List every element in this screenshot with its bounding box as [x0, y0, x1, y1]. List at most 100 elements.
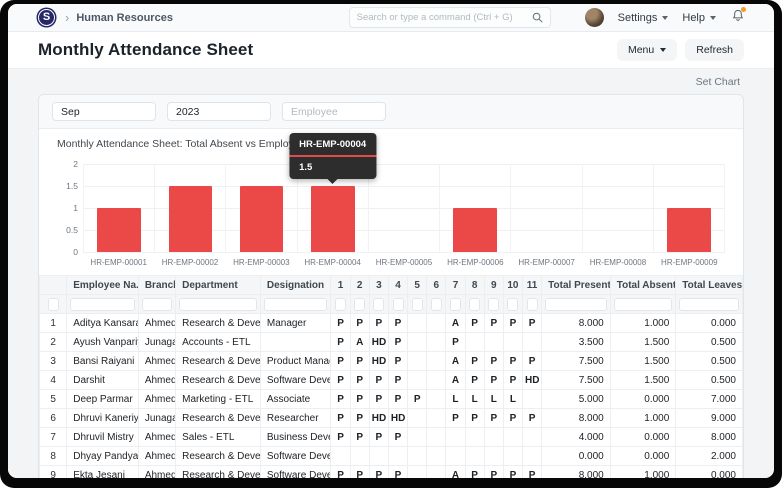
cell-day-1[interactable]: P [330, 332, 351, 352]
header-day-5[interactable]: 5 [407, 275, 428, 295]
cell-total-absent[interactable]: 0.000 [609, 427, 677, 447]
header-row-number[interactable] [38, 275, 68, 295]
cell-day-3[interactable]: P [368, 389, 389, 409]
cell-day-11[interactable]: P [522, 408, 543, 428]
cell-employee-name[interactable]: Ayush Vanpariya [66, 332, 139, 352]
cell-day-1[interactable]: P [330, 427, 351, 447]
cell-total-present[interactable]: 8.000 [541, 313, 611, 333]
cell-day-9[interactable]: P [483, 370, 504, 390]
cell-employee-name[interactable]: Deep Parmar [66, 389, 139, 409]
cell-day-5[interactable] [407, 313, 428, 333]
cell-row-number[interactable]: 8 [38, 446, 68, 466]
cell-day-4[interactable]: P [387, 332, 409, 352]
cell-day-6[interactable] [426, 370, 447, 390]
cell-total-absent[interactable]: 0.000 [609, 446, 677, 466]
cell-total-absent[interactable]: 1.000 [609, 408, 677, 428]
table-row[interactable]: 5Deep ParmarAhmeda...Marketing - ETLAsso… [38, 389, 743, 409]
cell-day-3[interactable]: P [368, 370, 389, 390]
cell-day-5[interactable] [407, 370, 428, 390]
cell-day-2[interactable]: P [349, 351, 370, 371]
header-day-3[interactable]: 3 [368, 275, 389, 295]
table-row[interactable]: 9Ekta JesaniAhmeda...Research & Develop.… [38, 465, 743, 478]
header-department[interactable]: Department [175, 275, 261, 295]
cell-total-present[interactable]: 3.500 [541, 332, 611, 352]
app-logo[interactable]: S [38, 9, 55, 26]
cell-day-4[interactable]: P [387, 351, 409, 371]
cell-day-9[interactable] [483, 427, 504, 447]
cell-total-present[interactable]: 7.500 [541, 370, 611, 390]
cell-day-1[interactable]: P [330, 465, 351, 478]
cell-designation[interactable]: Software Develo... [259, 465, 332, 478]
cell-day-4[interactable]: P [387, 389, 409, 409]
cell-day-8[interactable]: P [464, 370, 485, 390]
cell-day-11[interactable] [522, 332, 543, 352]
cell-total-leaves[interactable]: 0.500 [675, 351, 743, 371]
cell-employee-name[interactable]: Darshit [66, 370, 139, 390]
cell-day-6[interactable] [426, 332, 447, 352]
cell-day-9[interactable]: P [483, 408, 504, 428]
cell-day-5[interactable] [407, 465, 428, 478]
cell-day-2[interactable]: P [349, 313, 370, 333]
header-day-9[interactable]: 9 [483, 275, 504, 295]
cell-day-11[interactable]: P [522, 465, 543, 478]
cell-day-8[interactable] [464, 427, 485, 447]
cell-total-absent[interactable]: 1.500 [609, 332, 677, 352]
column-filter-input[interactable] [47, 297, 59, 311]
cell-row-number[interactable]: 5 [38, 389, 68, 409]
month-filter-input[interactable] [52, 102, 156, 121]
set-chart-link[interactable]: Set Chart [696, 76, 740, 88]
cell-day-10[interactable] [502, 446, 524, 466]
cell-day-7[interactable]: L [445, 389, 466, 409]
year-filter-input[interactable] [167, 102, 271, 121]
header-total-absent[interactable]: Total Absent [609, 275, 677, 295]
table-row[interactable]: 6Dhruvi KaneriyaJunagadhResearch & Devel… [38, 408, 743, 428]
column-filter-input[interactable] [335, 297, 347, 311]
cell-employee-name[interactable]: Ekta Jesani [66, 465, 139, 478]
cell-day-10[interactable]: P [502, 370, 524, 390]
refresh-button[interactable]: Refresh [685, 39, 744, 61]
cell-day-10[interactable]: P [502, 465, 524, 478]
column-filter-input[interactable] [373, 297, 385, 311]
cell-designation[interactable]: Product Manager [259, 351, 332, 371]
column-filter-input[interactable] [679, 297, 739, 311]
cell-day-5[interactable] [407, 408, 428, 428]
cell-day-8[interactable] [464, 446, 485, 466]
cell-day-5[interactable] [407, 332, 428, 352]
cell-row-number[interactable]: 4 [38, 370, 68, 390]
column-filter-input[interactable] [141, 297, 173, 311]
cell-day-9[interactable] [483, 332, 504, 352]
table-row[interactable]: 7Dhruvil MistryAhmeda...Sales - ETLBusin… [38, 427, 743, 447]
cell-day-5[interactable]: P [407, 389, 428, 409]
cell-department[interactable]: Research & Develop... [175, 446, 261, 466]
column-filter-input[interactable] [545, 297, 607, 311]
cell-day-3[interactable]: HD [368, 351, 389, 371]
cell-day-1[interactable]: P [330, 351, 351, 371]
cell-day-5[interactable] [407, 446, 428, 466]
cell-day-6[interactable] [426, 351, 447, 371]
user-avatar[interactable] [584, 8, 604, 27]
cell-employee-name[interactable]: Aditya Kansara [66, 313, 139, 333]
cell-designation[interactable]: Associate [259, 389, 332, 409]
cell-day-11[interactable] [522, 446, 543, 466]
cell-branch[interactable]: Ahmeda... [137, 465, 177, 478]
cell-department[interactable]: Research & Develop... [175, 313, 261, 333]
cell-day-10[interactable]: P [502, 408, 524, 428]
chart-bar[interactable] [97, 208, 141, 252]
cell-day-8[interactable]: P [464, 313, 485, 333]
cell-total-absent[interactable]: 0.000 [609, 389, 677, 409]
cell-day-3[interactable]: HD [368, 332, 389, 352]
cell-total-present[interactable]: 7.500 [541, 351, 611, 371]
table-row[interactable]: 3Bansi RaiyaniAhmeda...Research & Develo… [38, 351, 743, 371]
cell-day-11[interactable]: HD [522, 370, 543, 390]
column-filter-input[interactable] [354, 297, 366, 311]
column-filter-input[interactable] [488, 297, 500, 311]
cell-day-6[interactable] [426, 465, 447, 478]
cell-day-10[interactable] [502, 332, 524, 352]
cell-branch[interactable]: Junagadh [137, 408, 177, 428]
cell-total-present[interactable]: 5.000 [541, 389, 611, 409]
cell-department[interactable]: Research & Develop... [175, 408, 261, 428]
cell-day-8[interactable] [464, 332, 485, 352]
cell-day-2[interactable]: P [349, 465, 370, 478]
cell-day-3[interactable] [368, 446, 389, 466]
column-filter-input[interactable] [430, 297, 442, 311]
